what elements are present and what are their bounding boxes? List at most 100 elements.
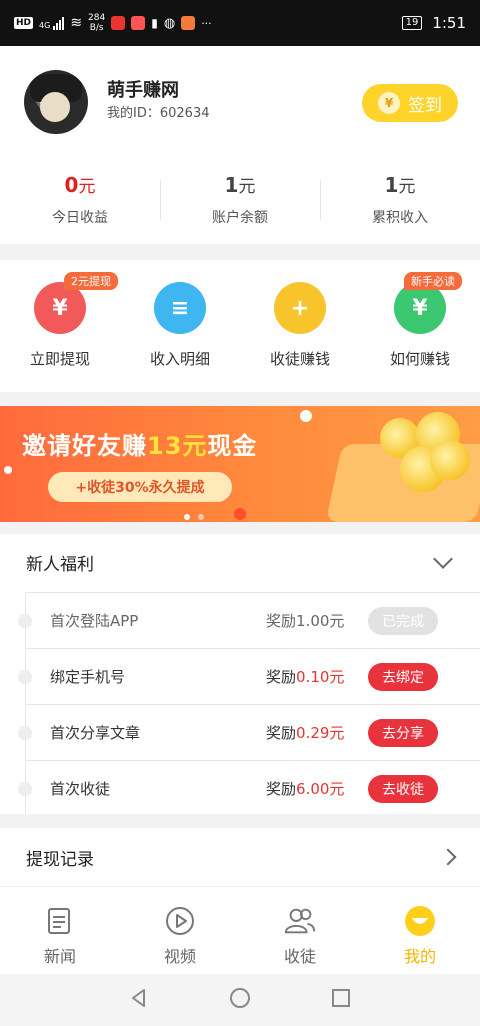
avatar[interactable]: [24, 70, 88, 134]
bind-phone-button[interactable]: 去绑定: [368, 662, 438, 691]
action-income-details[interactable]: ≡ 收入明细: [120, 260, 240, 392]
home-icon[interactable]: [228, 986, 252, 1014]
quick-actions: ¥ 立即提现 2元提现 ≡ 收入明细 + 收徒赚钱 ¥ 如何赚钱 新手必读: [0, 260, 480, 392]
reward-amount: 0.10元: [296, 668, 345, 686]
task-reward: 奖励1.00元: [266, 610, 344, 631]
share-article-button[interactable]: 去分享: [368, 718, 438, 747]
avatar-face: [40, 92, 70, 122]
banner-title: 邀请好友赚13元现金: [22, 426, 257, 461]
action-label: 如何赚钱: [389, 350, 450, 368]
decor-dot: [300, 410, 312, 422]
tab-label: 新闻: [43, 947, 76, 966]
banner-title-post: 现金: [207, 432, 258, 460]
battery-icon: 19: [401, 16, 423, 30]
hd-indicator: HD: [14, 17, 34, 29]
stat-label: 今日收益: [52, 210, 108, 226]
reward-prefix: 奖励: [266, 668, 297, 686]
stat-unit: 元: [398, 177, 416, 197]
stat-value: 1: [224, 173, 239, 197]
users-icon: [283, 905, 317, 937]
task-reward: 奖励0.29元: [266, 722, 344, 743]
tab-video[interactable]: 视频: [120, 887, 240, 974]
icon-glyph: ¥: [412, 295, 428, 321]
user-id: 我的ID：602634: [107, 102, 210, 121]
tab-label: 收徒: [283, 947, 316, 966]
clock: 1:51: [432, 14, 466, 32]
reward-prefix: 奖励: [266, 724, 297, 742]
stat-account-balance[interactable]: 1元 账户余额: [160, 166, 320, 236]
stat-total-income[interactable]: 1元 累积收入: [320, 166, 480, 236]
banner-subtitle-pill: +收徒30%永久提成: [48, 472, 232, 502]
stat-label: 账户余额: [212, 210, 268, 226]
signin-button[interactable]: ¥ 签到: [362, 84, 458, 122]
news-icon: [43, 905, 77, 937]
decor-dot: [4, 466, 12, 474]
banner-title-highlight: 13元: [147, 432, 208, 460]
bottom-tab-bar: 新闻 视频 收徒 我的: [0, 886, 480, 974]
reward-amount: 1.00元: [296, 612, 345, 630]
signin-label: 签到: [408, 95, 442, 116]
user-id-label: 我的ID：: [107, 106, 160, 121]
stat-value: 0: [64, 173, 79, 197]
reward-amount: 0.29元: [296, 724, 345, 742]
withdraw-record-title: 提现记录: [26, 849, 94, 870]
welfare-header[interactable]: 新人福利: [0, 534, 480, 590]
signal-icon: 4G: [39, 16, 65, 30]
task-reward: 奖励6.00元: [266, 778, 344, 799]
timeline-node: [18, 725, 32, 740]
tab-apprentice[interactable]: 收徒: [240, 887, 360, 974]
wechat-icon: ◍: [163, 15, 176, 31]
app-notification-icon: [181, 16, 196, 30]
promo-tag: 新手必读: [404, 272, 462, 290]
play-icon: [163, 905, 197, 937]
task-row: 首次登陆APP 奖励1.00元 已完成: [18, 592, 480, 648]
chevron-right-icon: [439, 848, 457, 866]
action-withdraw[interactable]: ¥ 立即提现 2元提现: [0, 260, 120, 392]
tab-news[interactable]: 新闻: [0, 887, 120, 974]
action-how-to-earn[interactable]: ¥ 如何赚钱 新手必读: [360, 260, 480, 392]
yuan-coin-icon: ¥: [378, 92, 400, 114]
wifi-icon: ≋: [70, 15, 83, 31]
withdraw-record-row[interactable]: 提现记录: [0, 828, 480, 886]
status-bar: HD 4G ≋ 284 B/s ▮ ◍ ··· 19 1:51: [0, 0, 480, 46]
back-icon[interactable]: [128, 987, 150, 1013]
stat-unit: 元: [78, 177, 96, 197]
stat-today-earnings[interactable]: 0元 今日收益: [0, 166, 160, 236]
invite-banner[interactable]: 邀请好友赚13元现金 +收徒30%永久提成: [0, 406, 480, 522]
task-reward: 奖励0.10元: [266, 666, 344, 687]
action-label: 立即提现: [29, 350, 90, 368]
tab-label: 我的: [403, 947, 436, 966]
task-row: 首次收徒 奖励6.00元 去收徒: [18, 760, 480, 816]
action-recruit-apprentice[interactable]: + 收徒赚钱: [240, 260, 360, 392]
tab-label: 视频: [163, 947, 196, 966]
chevron-down-icon: [433, 549, 453, 569]
speed-unit: B/s: [89, 23, 104, 33]
user-id-value: 602634: [159, 106, 210, 121]
coin-illustration: [430, 440, 470, 480]
icon-glyph: ¥: [52, 295, 68, 321]
task-name: 首次分享文章: [50, 724, 141, 742]
timeline-node: [18, 613, 32, 628]
timeline-node: [18, 669, 32, 684]
icon-glyph: +: [290, 295, 310, 321]
sim-icon: ▮: [151, 16, 158, 30]
add-user-icon: +: [274, 282, 326, 334]
stat-label: 累积收入: [372, 210, 428, 226]
recents-icon[interactable]: [330, 987, 352, 1013]
task-name: 首次登陆APP: [50, 612, 139, 630]
recruit-apprentice-button[interactable]: 去收徒: [368, 774, 438, 803]
task-name: 首次收徒: [50, 780, 111, 798]
document-icon: ≡: [154, 282, 206, 334]
timeline-node: [18, 781, 32, 796]
profile-card: 萌手赚网 我的ID：602634 ¥ 签到 0元 今日收益 1元 账户余额 1元…: [0, 46, 480, 244]
carousel-dot[interactable]: [184, 514, 190, 520]
welfare-title: 新人福利: [26, 554, 94, 575]
network-type: 4G: [39, 20, 51, 30]
tab-mine[interactable]: 我的: [360, 887, 480, 974]
task-row: 绑定手机号 奖励0.10元 去绑定: [18, 648, 480, 704]
carousel-dot[interactable]: [198, 514, 204, 520]
banner-title-pre: 邀请好友赚: [22, 432, 147, 460]
promo-tag: 2元提现: [64, 272, 118, 290]
smile-icon: [403, 905, 437, 937]
decor-dot: [234, 508, 246, 520]
